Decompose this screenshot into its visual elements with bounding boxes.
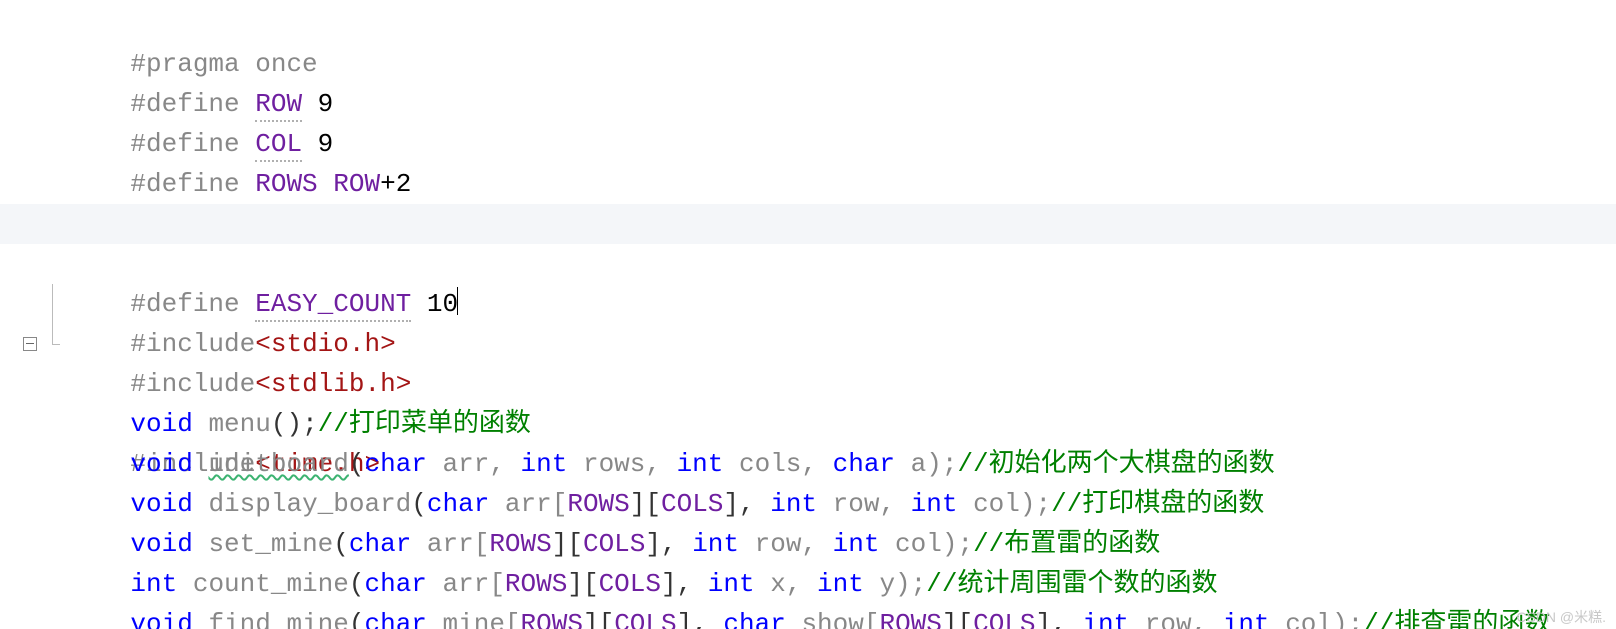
code-line: void find_mine(char mine[ROWS][COLS], ch… <box>0 564 1616 604</box>
macro-ref: ROWS <box>879 609 941 629</box>
code-line: #include<stdlib.h> <box>0 284 1616 324</box>
code-line-current: #define EASY_COUNT 10 <box>0 204 1616 244</box>
param: mine[ <box>427 609 521 629</box>
macro-ref: ROWS <box>521 609 583 629</box>
param: show[ <box>786 609 880 629</box>
fold-guide <box>52 284 53 324</box>
type: char <box>723 609 785 629</box>
watermark: CSDN @米糕. <box>1516 609 1606 625</box>
punct: ( <box>349 609 365 629</box>
fold-guide <box>52 324 53 344</box>
fold-guide-end <box>52 344 60 345</box>
code-line: #include<time.h> <box>0 324 1616 364</box>
code-line: void initboard(char arr, int rows, int c… <box>0 404 1616 444</box>
keyword: void <box>130 609 192 629</box>
code-line: #include<stdio.h> <box>0 244 1616 284</box>
code-line: #pragma once <box>0 4 1616 44</box>
code-line: #define ROW 9 <box>0 44 1616 84</box>
code-line: void set_mine(char arr[ROWS][COLS], int … <box>0 484 1616 524</box>
macro-ref: COLS <box>614 609 676 629</box>
code-line: #define COLS COL+2 <box>0 164 1616 204</box>
code-editor: #pragma once #define ROW 9 #define COL 9… <box>0 0 1616 604</box>
punct: ], <box>677 609 724 629</box>
type: char <box>365 609 427 629</box>
punct: ][ <box>583 609 614 629</box>
function-name: find_mine <box>208 609 348 629</box>
punct: ][ <box>942 609 973 629</box>
code-line: #define COL 9 <box>0 84 1616 124</box>
macro-ref: COLS <box>973 609 1035 629</box>
type: int <box>1223 609 1270 629</box>
code-line: void display_board(char arr[ROWS][COLS],… <box>0 444 1616 484</box>
param: col); <box>1270 609 1364 629</box>
space <box>193 609 209 629</box>
code-line: #define ROWS ROW+2 <box>0 124 1616 164</box>
param: row, <box>1129 609 1223 629</box>
type: int <box>1082 609 1129 629</box>
punct: ], <box>1036 609 1083 629</box>
code-line: int count_mine(char arr[ROWS][COLS], int… <box>0 524 1616 564</box>
code-line: void menu();//打印菜单的函数 <box>0 364 1616 404</box>
